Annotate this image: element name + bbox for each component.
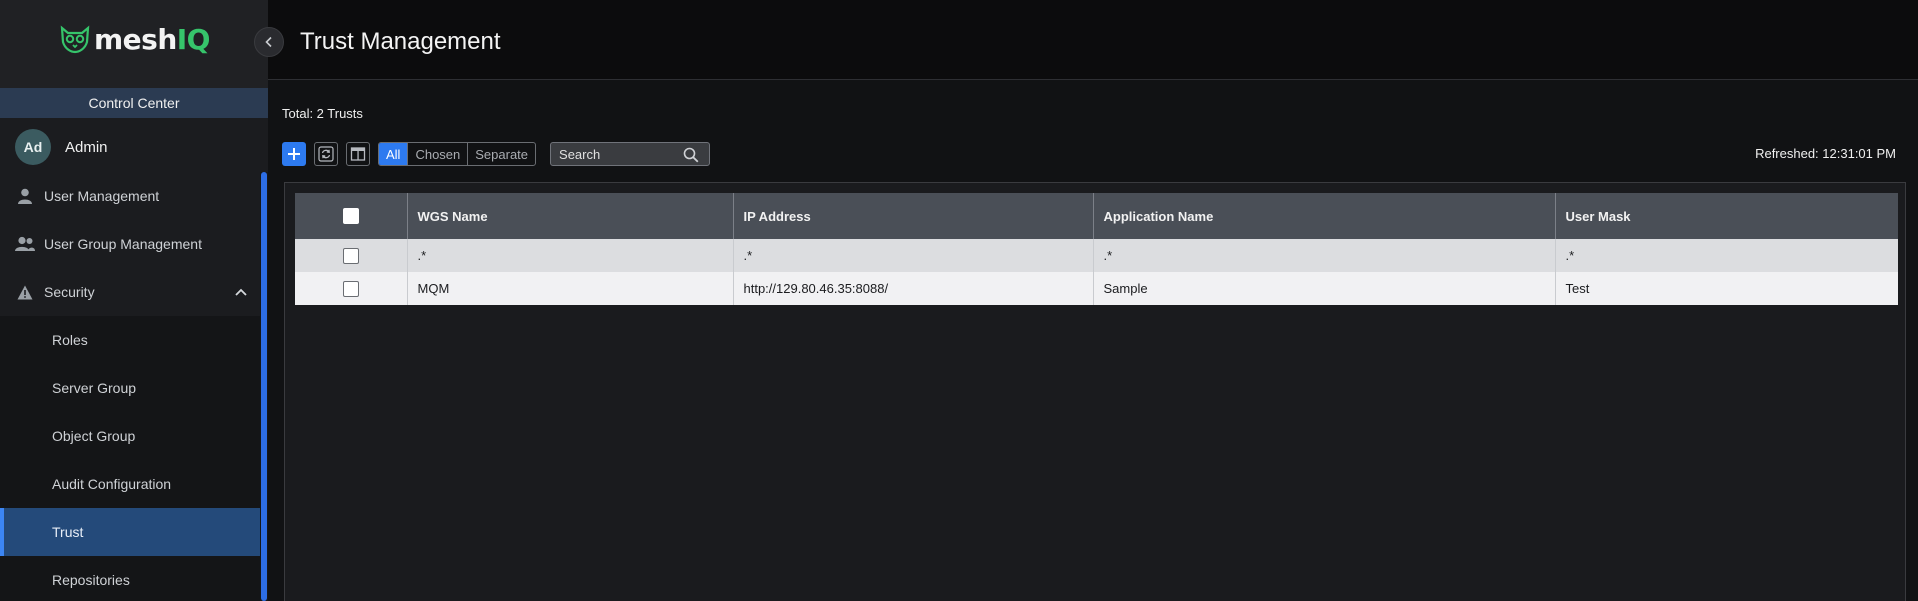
column-header-application-name[interactable]: Application Name [1093,193,1556,239]
logo-wordmark-main: mesh [94,22,177,56]
trust-table: WGS Name IP Address Application Name Use… [295,193,1898,305]
sidebar-item-label: User Management [44,188,160,204]
sidebar-item-server-group[interactable]: Server Group [0,364,260,412]
cell-user-mask: Test [1565,281,1590,296]
sidebar-item-user-management[interactable]: User Management [0,172,260,220]
context-label: Control Center [0,88,268,118]
row-checkbox[interactable] [342,280,359,297]
filter-all-button[interactable]: All [379,143,408,165]
select-all-cell [295,193,408,239]
users-icon [14,235,36,253]
row-checkbox[interactable] [342,247,359,264]
sidebar-nav: User Management User Group Management Se… [0,172,260,601]
user-name: Admin [65,138,108,156]
refresh-icon [318,146,334,162]
user-icon [14,187,36,205]
cell-wgs-name: MQM [407,272,734,305]
main-content: Trust Management Total: 2 Trusts All Cho… [268,0,1918,601]
trust-grid: WGS Name IP Address Application Name Use… [284,182,1906,601]
row-select-cell [295,239,408,272]
warning-icon [14,283,36,301]
meshiq-logo[interactable]: meshIQ [58,22,211,56]
table-header-row: WGS Name IP Address Application Name Use… [295,193,1898,239]
owl-logo-icon [60,25,90,54]
toolbar: All Chosen Separate [282,142,711,166]
cell-application-name: .* [1093,239,1556,272]
refresh-button[interactable] [314,142,338,166]
refreshed-timestamp: Refreshed: 12:31:01 PM [1755,146,1896,161]
sidebar-item-security[interactable]: Security [0,268,260,316]
cell-user-mask: .* [1565,248,1575,263]
page-title: Trust Management [300,28,501,55]
sidebar-collapse-button[interactable] [254,27,284,57]
sidebar-item-roles[interactable]: Roles [0,316,260,364]
filter-separate-button[interactable]: Separate [467,143,535,165]
app-root: meshIQ Control Center Ad Admin User Mana… [0,0,1918,601]
column-header-ip-address[interactable]: IP Address [733,193,1094,239]
sidebar-item-object-group[interactable]: Object Group [0,412,260,460]
page-header: Trust Management [268,0,1918,80]
sidebar-item-user-group-management[interactable]: User Group Management [0,220,260,268]
search-icon[interactable] [683,147,699,163]
filter-chosen-button[interactable]: Chosen [407,143,467,165]
column-header-wgs-name[interactable]: WGS Name [407,193,734,239]
sidebar-item-label: User Group Management [44,236,202,252]
sidebar-item-audit-configuration[interactable]: Audit Configuration [0,460,260,508]
logo-wordmark-accent: IQ [176,22,211,56]
table-row[interactable]: MQM http://129.80.46.35:8088/ Sample Tes… [295,272,1898,305]
columns-icon [350,147,366,161]
sidebar-scrollbar-thumb[interactable] [261,172,267,601]
sidebar-item-label: Security [44,284,95,300]
column-header-user-mask[interactable]: User Mask [1555,193,1898,239]
avatar: Ad [15,129,51,165]
search-input[interactable] [559,146,680,162]
select-all-checkbox[interactable] [342,208,359,225]
cell-application-name: Sample [1093,272,1556,305]
total-count: Total: 2 Trusts [282,106,363,121]
security-submenu: Roles Server Group Object Group Audit Co… [0,316,260,601]
sidebar-item-repositories[interactable]: Repositories [0,556,260,601]
search-box [550,142,711,166]
user-profile[interactable]: Ad Admin [0,122,268,172]
column-settings-button[interactable] [346,142,370,166]
cell-wgs-name: .* [407,239,734,272]
chevron-up-icon[interactable] [234,285,248,299]
logo-wordmark: meshIQ [94,22,211,56]
view-filter-segmented: All Chosen Separate [378,142,537,166]
plus-icon [288,148,300,160]
sidebar: meshIQ Control Center Ad Admin User Mana… [0,0,268,601]
table-row[interactable]: .* .* .* .* [295,239,1898,272]
sidebar-item-trust[interactable]: Trust [0,508,260,556]
cell-ip-address: .* [733,239,1094,272]
logo-area: meshIQ [0,0,268,88]
row-select-cell [295,272,408,305]
cell-ip-address: http://129.80.46.35:8088/ [733,272,1094,305]
chevron-left-icon [265,36,272,48]
add-trust-button[interactable] [282,142,306,166]
